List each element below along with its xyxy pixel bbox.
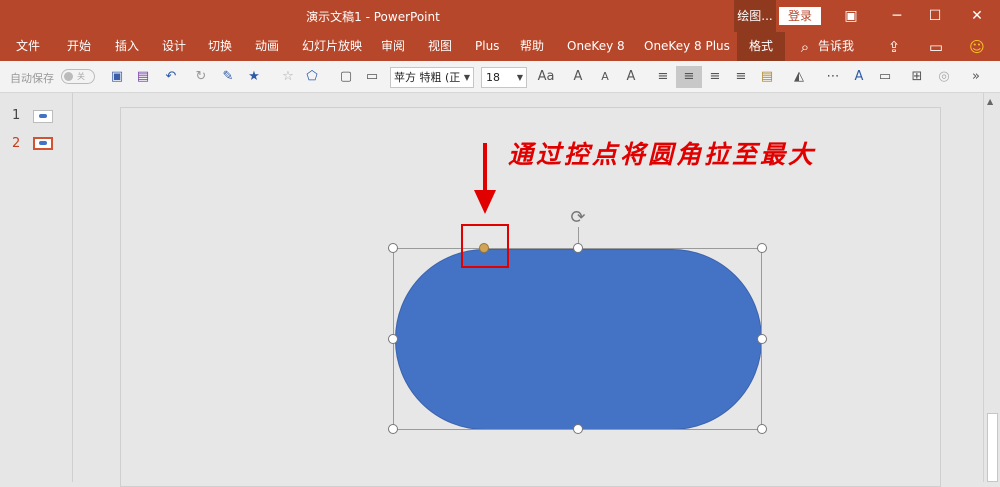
toggle-knob: [64, 72, 73, 81]
more-options-icon[interactable]: ⋯: [824, 66, 842, 88]
annotation-arrow-shaft: [483, 143, 487, 193]
tab-animations[interactable]: 动画: [255, 32, 279, 61]
tab-view[interactable]: 视图: [428, 32, 452, 61]
login-button[interactable]: 登录: [779, 7, 821, 25]
screenshot-icon[interactable]: ▢: [337, 66, 355, 88]
annotation-arrow-head: [474, 190, 496, 214]
grow-font-icon[interactable]: A: [570, 66, 586, 88]
annotation-highlight-box: [461, 224, 509, 268]
slide-thumbnail-2[interactable]: [33, 137, 53, 150]
slide-number-2: 2: [12, 136, 21, 151]
chevron-down-icon: ▼: [463, 73, 470, 82]
resize-handle-top[interactable]: [573, 243, 583, 253]
font-name-select[interactable]: 苹方 特粗 (正 ▼: [390, 67, 474, 88]
format-painter-icon[interactable]: ✎: [219, 66, 237, 88]
triangle-icon[interactable]: ◭: [790, 66, 808, 88]
resize-handle-top-right[interactable]: [757, 243, 767, 253]
arrange-icon[interactable]: ⊞: [908, 66, 926, 88]
change-case-button[interactable]: Aa: [534, 66, 558, 88]
paste-icon[interactable]: ▤: [758, 66, 776, 88]
resize-handle-left[interactable]: [388, 334, 398, 344]
ribbon-display-options-icon[interactable]: ▣: [828, 0, 874, 32]
tab-transitions[interactable]: 切换: [208, 32, 232, 61]
tab-slideshow[interactable]: 幻灯片放映: [302, 32, 362, 61]
smiley-feedback-icon[interactable]: ☺: [966, 36, 988, 58]
autosave-toggle[interactable]: 关: [61, 69, 95, 84]
scroll-thumb[interactable]: [987, 413, 998, 482]
star-outline-icon[interactable]: ☆: [279, 66, 297, 88]
quick-access-toolbar: 自动保存 关 ▣ ▤ ↶ ↻ ✎ ★ ☆ ⬠ ▢ ▭ 苹方 特粗 (正 ▼ 18 ▼…: [0, 61, 1000, 93]
annotation-text: 通过控点将圆角拉至最大: [508, 140, 817, 169]
tab-design[interactable]: 设计: [162, 32, 186, 61]
slide-number-1: 1: [12, 108, 21, 123]
shapes-icon[interactable]: ⬠: [303, 66, 321, 88]
resize-handle-right[interactable]: [757, 334, 767, 344]
comment-icon[interactable]: ▭: [925, 36, 947, 58]
resize-handle-bottom-left[interactable]: [388, 424, 398, 434]
text-effect-icon[interactable]: A: [850, 66, 868, 88]
save-as-icon[interactable]: ▣: [108, 66, 126, 88]
drawing-tools-context-tab[interactable]: 绘图...: [734, 0, 776, 32]
redo-icon[interactable]: ↻: [192, 66, 210, 88]
thumbnail-shape: [39, 114, 47, 118]
thumbnail-shape: [39, 141, 47, 145]
resize-handle-bottom[interactable]: [573, 424, 583, 434]
toggle-state-label: 关: [77, 72, 85, 81]
align-left-icon[interactable]: ≡: [654, 66, 672, 88]
textbox-icon[interactable]: ▭: [363, 66, 381, 88]
close-icon[interactable]: ✕: [954, 0, 1000, 32]
scroll-up-icon[interactable]: ▲: [987, 97, 993, 106]
tab-onekey8-plus[interactable]: OneKey 8 Plus: [644, 32, 730, 61]
chevron-down-icon: ▼: [516, 73, 523, 82]
tab-help[interactable]: 帮助: [520, 32, 544, 61]
rotate-handle-icon[interactable]: ⟳: [567, 207, 589, 229]
tab-file[interactable]: 文件: [16, 32, 40, 61]
window-title: 演示文稿1 - PowerPoint: [306, 10, 440, 24]
font-size-value: 18: [486, 71, 500, 84]
font-color-icon[interactable]: A: [623, 66, 639, 88]
tab-insert[interactable]: 插入: [115, 32, 139, 61]
resize-handle-bottom-right[interactable]: [757, 424, 767, 434]
vertical-scrollbar[interactable]: ▲: [983, 93, 1000, 482]
tab-review[interactable]: 审阅: [381, 32, 405, 61]
ribbon-tab-bar: 文件 开始 插入 设计 切换 动画 幻灯片放映 审阅 视图 Plus 帮助 On…: [0, 32, 1000, 61]
search-icon[interactable]: ⌕: [794, 36, 816, 58]
share-icon[interactable]: ⇪: [883, 36, 905, 58]
justify-icon[interactable]: ≡: [732, 66, 750, 88]
font-name-value: 苹方 特粗 (正: [394, 71, 461, 84]
selection-frame: [393, 248, 762, 430]
tab-home[interactable]: 开始: [67, 32, 91, 61]
font-size-select[interactable]: 18 ▼: [481, 67, 527, 88]
autosave-label: 自动保存: [10, 72, 54, 85]
overflow-icon[interactable]: »: [968, 66, 984, 88]
title-bar: 演示文稿1 - PowerPoint 绘图... 登录 ▣ ─ ☐ ✕: [0, 0, 1000, 32]
tab-onekey8[interactable]: OneKey 8: [567, 32, 625, 61]
tab-format[interactable]: 格式: [737, 32, 786, 61]
slide-thumbnail-panel: 1 2: [0, 93, 73, 482]
shrink-font-icon[interactable]: A: [597, 66, 613, 88]
maximize-icon[interactable]: ☐: [912, 0, 958, 32]
star-icon[interactable]: ★: [245, 66, 263, 88]
align-right-icon[interactable]: ≡: [706, 66, 724, 88]
merge-shapes-icon[interactable]: ◎: [935, 66, 953, 88]
save-icon[interactable]: ▤: [134, 66, 152, 88]
text-box-options-icon[interactable]: ▭: [876, 66, 894, 88]
align-center-icon[interactable]: ≡: [676, 66, 702, 88]
resize-handle-top-left[interactable]: [388, 243, 398, 253]
tab-plus[interactable]: Plus: [475, 32, 499, 61]
undo-icon[interactable]: ↶: [162, 66, 180, 88]
tell-me-box[interactable]: 告诉我: [818, 32, 854, 61]
slide-thumbnail-1[interactable]: [33, 110, 53, 123]
